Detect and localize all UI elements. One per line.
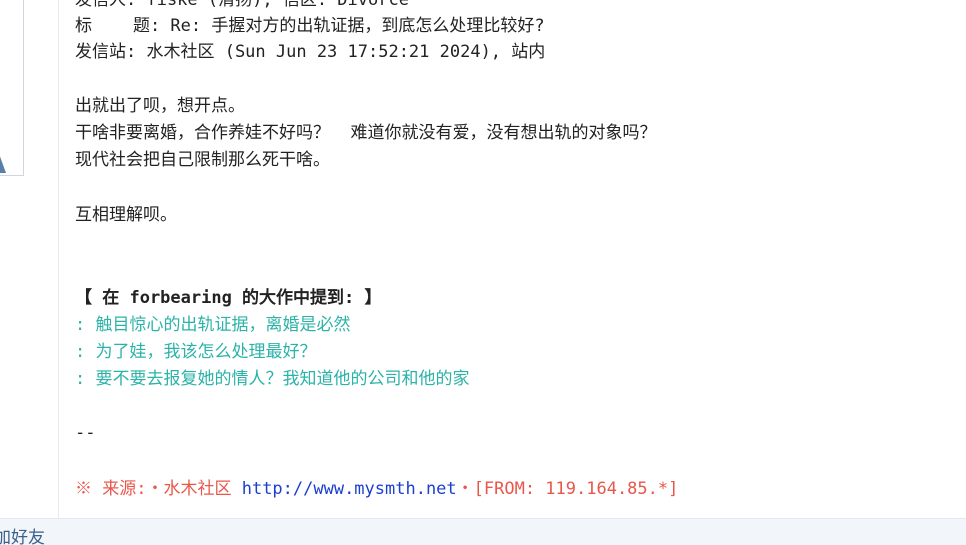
source-line: ※ 来源:・水木社区 http://www.mysmth.net・[FROM: …: [75, 476, 678, 503]
source-prefix: ※ 来源:・水木社区: [75, 479, 242, 499]
quote-line: : 为了娃，我该怎么处理最好？: [75, 342, 317, 362]
station-line: 发信站: 水木社区 (Sun Jun 23 17:52:21 2024), 站内: [75, 42, 546, 62]
sender-line: 发信人: fiske (清扬), 信区: Divorce: [75, 0, 409, 10]
author-column: [0, 0, 58, 518]
avatar-figure-icon: [0, 151, 6, 173]
body-line: 互相理解呗。: [75, 205, 177, 225]
signature-separator: --: [75, 423, 96, 443]
body-line: 干啥非要离婚，合作养娃不好吗？ 难道你就没有爱，没有想出轨的对象吗？: [75, 123, 657, 143]
title-line: 标 题: Re: 手握对方的出轨证据，到底怎么处理比较好?: [75, 16, 545, 36]
quote-line: : 要不要去报复她的情人？我知道他的公司和他的家: [75, 369, 470, 389]
quote-header: 【 在 forbearing 的大作中提到: 】: [75, 288, 382, 308]
column-divider: [58, 0, 59, 518]
avatar[interactable]: [0, 0, 24, 176]
body-line: 出就出了呗，想开点。: [75, 96, 245, 116]
source-link[interactable]: http://www.mysmth.net: [242, 479, 457, 499]
add-friend-link[interactable]: 加好友: [0, 523, 45, 545]
body-line: 现代社会把自己限制那么死干啥。: [75, 150, 330, 170]
quote-line: : 触目惊心的出轨证据，离婚是必然: [75, 315, 351, 335]
bottom-action-bar: 加好友: [0, 518, 966, 545]
source-from: ・[FROM: 119.164.85.*]: [456, 479, 679, 499]
